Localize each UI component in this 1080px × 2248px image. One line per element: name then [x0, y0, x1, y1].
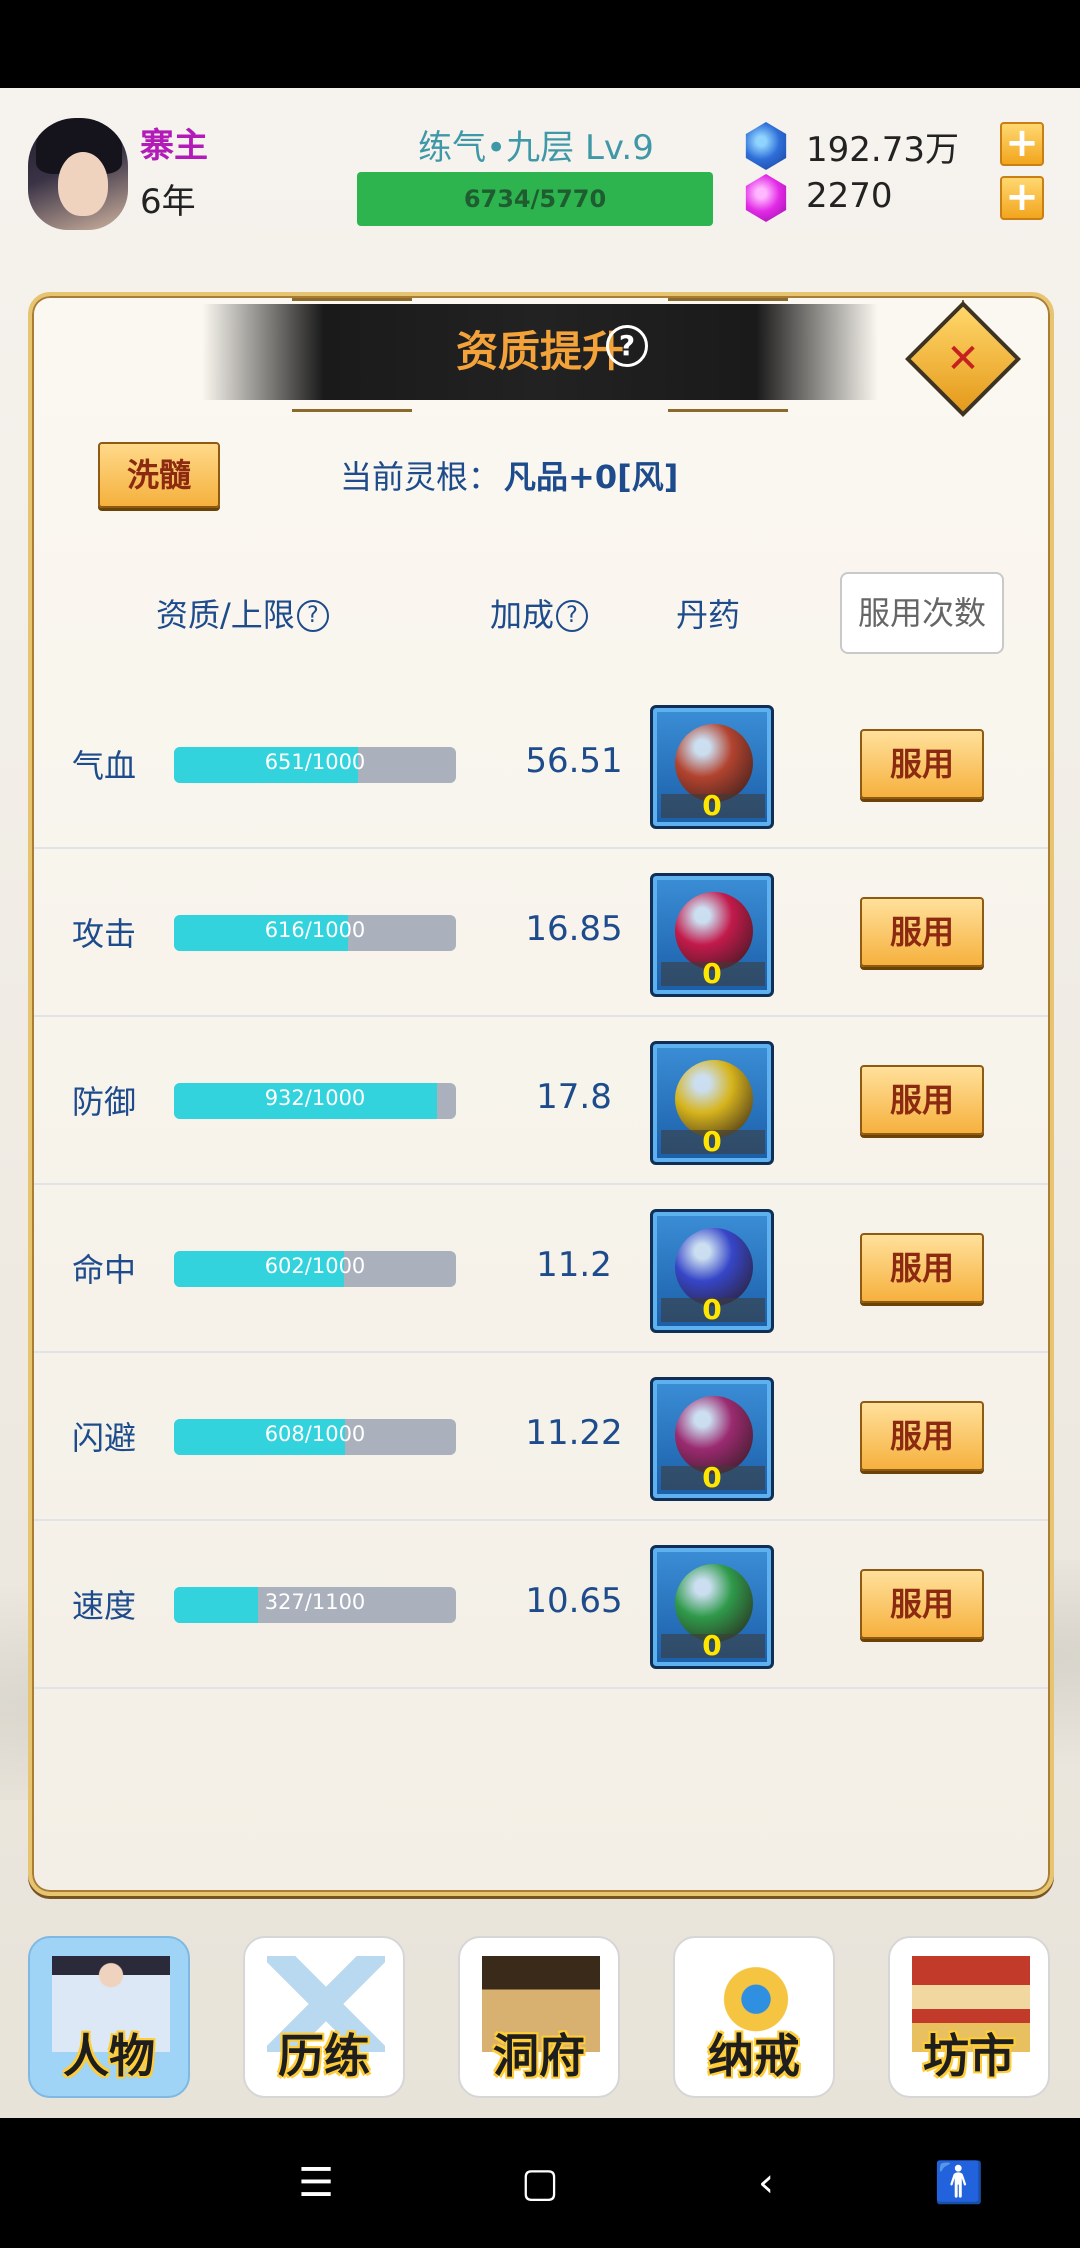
- pill-count: 0: [702, 1629, 722, 1662]
- aptitude-row: 气血 651/1000 56.51 0 服用: [34, 681, 1048, 849]
- aptitude-progress-bar: 602/1000: [174, 1251, 456, 1287]
- aptitude-progress-text: 602/1000: [264, 1254, 366, 1278]
- nav-item[interactable]: 历练: [243, 1936, 405, 2098]
- nav-label: 坊市: [923, 2029, 1015, 2083]
- pill-count: 0: [702, 957, 722, 990]
- help-icon[interactable]: ?: [606, 325, 648, 367]
- pill-count: 0: [702, 1125, 722, 1158]
- use-pill-button[interactable]: 服用: [860, 1569, 984, 1639]
- add-spirit-stone-button[interactable]: +: [1000, 122, 1044, 166]
- aptitude-progress-bar: 327/1100: [174, 1587, 456, 1623]
- use-pill-button[interactable]: 服用: [860, 1065, 984, 1135]
- pill-slot[interactable]: 0: [650, 1545, 774, 1669]
- column-bonus: 加成?: [490, 590, 589, 636]
- pill-count: 0: [702, 1461, 722, 1494]
- nav-item[interactable]: 人物: [28, 1936, 190, 2098]
- stat-name: 防御: [72, 1083, 137, 1121]
- aptitude-progress-text: 327/1100: [264, 1590, 366, 1614]
- add-gem-button[interactable]: +: [1000, 176, 1044, 220]
- aptitude-progress-bar: 608/1000: [174, 1419, 456, 1455]
- stat-name: 闪避: [72, 1419, 137, 1457]
- aptitude-progress-text: 608/1000: [264, 1422, 366, 1446]
- stat-name: 气血: [72, 747, 137, 785]
- status-bar: [0, 0, 1080, 88]
- nav-item[interactable]: 纳戒: [673, 1936, 835, 2098]
- nav-item[interactable]: 坊市: [888, 1936, 1050, 2098]
- aptitude-row: 防御 932/1000 17.8 0 服用: [34, 1017, 1048, 1185]
- aptitude-progress-bar: 651/1000: [174, 747, 456, 783]
- pill-count: 0: [702, 789, 722, 822]
- wash-marrow-button[interactable]: 洗髓: [98, 442, 220, 508]
- back-icon[interactable]: ‹: [733, 2150, 799, 2216]
- aptitude-progress-text: 616/1000: [264, 918, 366, 942]
- panel-title: 资质提升: [455, 327, 624, 376]
- player-name: 寨主: [140, 126, 208, 166]
- stat-name: 命中: [72, 1251, 137, 1289]
- use-pill-button[interactable]: 服用: [860, 897, 984, 967]
- pill-slot[interactable]: 0: [650, 1041, 774, 1165]
- aptitude-progress-bar: 932/1000: [174, 1083, 456, 1119]
- nav-item[interactable]: 洞府: [458, 1936, 620, 2098]
- close-icon: ✕: [946, 336, 980, 382]
- player-avatar[interactable]: [28, 118, 128, 230]
- pill-slot[interactable]: 0: [650, 1377, 774, 1501]
- home-icon[interactable]: ▢: [507, 2150, 573, 2216]
- pill-slot[interactable]: 0: [650, 873, 774, 997]
- aptitude-row: 攻击 616/1000 16.85 0 服用: [34, 849, 1048, 1017]
- aptitude-row: 命中 602/1000 11.2 0 服用: [34, 1185, 1048, 1353]
- aptitude-help-icon[interactable]: ?: [296, 600, 329, 632]
- use-pill-button[interactable]: 服用: [860, 1233, 984, 1303]
- player-age: 6年: [140, 182, 196, 222]
- cultivation-realm: 练气•九层 Lv.9: [418, 128, 654, 168]
- spirit-root-value: 凡品+0[风]: [504, 458, 679, 496]
- use-times-input[interactable]: 服用次数: [840, 572, 1004, 654]
- spirit-root-label: 当前灵根：: [340, 458, 501, 496]
- aptitude-progress-text: 651/1000: [264, 750, 366, 774]
- spirit-stone-amount: 192.73万: [806, 130, 959, 170]
- nav-label: 历练: [278, 2029, 370, 2083]
- use-pill-button[interactable]: 服用: [860, 1401, 984, 1471]
- stat-name: 速度: [72, 1587, 137, 1625]
- pill-count: 0: [702, 1293, 722, 1326]
- menu-icon[interactable]: ☰: [283, 2150, 349, 2216]
- pill-slot[interactable]: 0: [650, 705, 774, 829]
- column-aptitude: 资质/上限?: [156, 590, 329, 636]
- stat-name: 攻击: [72, 915, 137, 953]
- nav-label: 纳戒: [708, 2029, 800, 2083]
- pill-slot[interactable]: 0: [650, 1209, 774, 1333]
- gem-amount: 2270: [806, 176, 893, 216]
- nav-label: 人物: [63, 2029, 155, 2083]
- use-pill-button[interactable]: 服用: [860, 729, 984, 799]
- accessibility-icon[interactable]: 🚹: [926, 2150, 992, 2216]
- aptitude-progress-text: 932/1000: [264, 1086, 366, 1110]
- aptitude-row: 速度 327/1100 10.65 0 服用: [34, 1521, 1048, 1689]
- avatar-face: [58, 152, 108, 216]
- column-pill: 丹药: [676, 596, 741, 634]
- nav-label: 洞府: [493, 2029, 585, 2083]
- exp-progress-bar: 6734/5770: [357, 172, 713, 226]
- aptitude-row: 闪避 608/1000 11.22 0 服用: [34, 1353, 1048, 1521]
- bonus-help-icon[interactable]: ?: [556, 600, 589, 632]
- aptitude-progress-bar: 616/1000: [174, 915, 456, 951]
